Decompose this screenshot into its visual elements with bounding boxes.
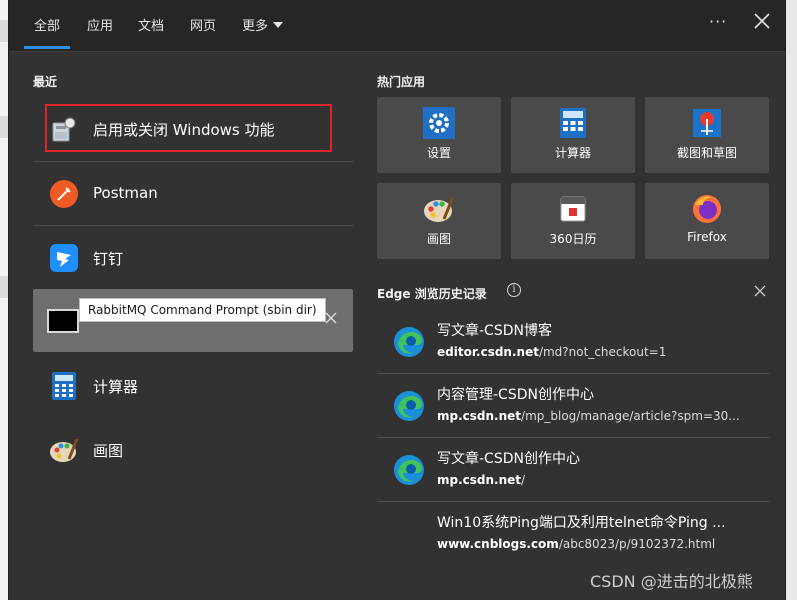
paint-icon xyxy=(50,438,79,462)
tile-label: 画图 xyxy=(426,232,451,246)
recent-item-calculator[interactable]: 计算器 xyxy=(33,354,353,416)
history-item[interactable]: 内容管理-CSDN创作中心 mp.csdn.net/mp_blog/manage… xyxy=(377,374,769,438)
tab-documents[interactable]: 文档 xyxy=(138,15,164,35)
recent-item-postman[interactable]: Postman xyxy=(33,162,353,224)
calculator-icon xyxy=(52,372,76,400)
hot-apps-section-title: 热门应用 xyxy=(377,75,426,89)
tile-label: 设置 xyxy=(426,146,451,160)
history-item-domain: mp.csdn.net xyxy=(437,473,522,487)
history-item-path: /abc8023/p/9102372.html xyxy=(558,537,716,551)
calendar-icon xyxy=(560,196,586,222)
tile-snip-sketch[interactable]: 截图和草图 xyxy=(645,97,769,173)
start-search-panel: 全部 应用 文档 网页 更多 ··· 最近 启用或关闭 Windows 功能 P… xyxy=(9,0,785,600)
tile-360-calendar[interactable]: 360日历 xyxy=(511,183,635,259)
background-window-right-edge xyxy=(785,0,797,600)
tab-label: 全部 xyxy=(34,19,61,34)
history-item-path: /md?not_checkout=1 xyxy=(538,345,667,359)
history-item-url: mp.csdn.net/ xyxy=(437,473,757,487)
recent-item-paint[interactable]: 画图 xyxy=(33,418,353,480)
background-window-left-edge xyxy=(0,0,9,600)
paint-icon xyxy=(424,196,455,222)
tile-settings[interactable]: 设置 xyxy=(377,97,501,173)
terminal-icon xyxy=(47,309,79,333)
history-item-domain: editor.csdn.net xyxy=(437,345,539,359)
tab-more[interactable]: 更多 xyxy=(242,15,284,35)
history-item-url: mp.csdn.net/mp_blog/manage/article?spm=3… xyxy=(437,409,757,423)
tab-label: 文档 xyxy=(138,19,165,34)
edge-icon xyxy=(394,391,424,421)
history-item[interactable]: 写文章-CSDN创作中心 mp.csdn.net/ xyxy=(377,438,769,502)
info-icon[interactable]: i xyxy=(507,283,521,297)
tile-paint[interactable]: 画图 xyxy=(377,183,501,259)
edge-icon xyxy=(394,455,424,485)
firefox-icon xyxy=(693,195,721,223)
history-item-domain: www.cnblogs.com xyxy=(437,537,559,551)
settings-gear-icon xyxy=(423,107,455,139)
snip-sketch-icon xyxy=(693,109,721,137)
history-item-domain: mp.csdn.net xyxy=(437,409,522,423)
tooltip: RabbitMQ Command Prompt (sbin dir) xyxy=(79,298,326,322)
watermark: CSDN @进击的北极熊 xyxy=(590,572,753,591)
recent-item-label: 钉钉 xyxy=(93,250,124,268)
highlight-box xyxy=(45,104,332,152)
history-item-url: www.cnblogs.com/abc8023/p/9102372.html xyxy=(437,537,757,551)
history-item[interactable]: 写文章-CSDN博客 editor.csdn.net/md?not_checko… xyxy=(377,310,769,374)
dingtalk-icon xyxy=(50,244,78,272)
remove-recent-close-icon[interactable] xyxy=(325,312,337,324)
recent-section-title: 最近 xyxy=(33,75,58,89)
edge-icon xyxy=(394,327,424,357)
close-icon[interactable] xyxy=(752,11,772,31)
tab-label: 更多 xyxy=(242,19,269,34)
dismiss-history-close-icon[interactable] xyxy=(754,285,766,297)
filter-tab-bar: 全部 应用 文档 网页 更多 ··· xyxy=(9,0,785,52)
tile-calculator[interactable]: 计算器 xyxy=(511,97,635,173)
recent-item-label: 画图 xyxy=(93,442,124,460)
tab-label: 应用 xyxy=(87,19,114,34)
history-item[interactable]: Win10系统Ping端口及利用telnet命令Ping ... www.cnb… xyxy=(377,502,769,566)
tile-firefox[interactable]: Firefox xyxy=(645,183,769,259)
tab-all[interactable]: 全部 xyxy=(23,15,71,49)
tile-label: Firefox xyxy=(687,230,727,244)
history-item-path: / xyxy=(521,473,526,487)
history-item-title: 内容管理-CSDN创作中心 xyxy=(437,387,594,403)
chevron-down-icon xyxy=(273,22,284,28)
tab-web[interactable]: 网页 xyxy=(190,15,216,35)
tile-label: 截图和草图 xyxy=(676,146,737,160)
history-item-path: /mp_blog/manage/article?spm=30... xyxy=(521,409,740,423)
history-item-url: editor.csdn.net/md?not_checkout=1 xyxy=(437,345,757,359)
edge-history-title: Edge 浏览历史记录 xyxy=(377,287,487,301)
tile-label: 360日历 xyxy=(549,232,597,246)
ellipsis-icon[interactable]: ··· xyxy=(709,12,727,31)
tab-label: 网页 xyxy=(190,19,217,34)
history-item-title: 写文章-CSDN创作中心 xyxy=(437,451,580,467)
history-item-title: Win10系统Ping端口及利用telnet命令Ping ... xyxy=(437,515,726,531)
tile-label: 计算器 xyxy=(554,146,591,160)
recent-item-label: Postman xyxy=(93,184,158,202)
postman-icon xyxy=(50,180,78,208)
history-item-title: 写文章-CSDN博客 xyxy=(437,323,552,339)
calculator-icon xyxy=(560,108,586,138)
recent-item-dingtalk[interactable]: 钉钉 xyxy=(33,226,353,288)
tab-apps[interactable]: 应用 xyxy=(87,15,113,35)
recent-item-label: 计算器 xyxy=(93,378,139,396)
